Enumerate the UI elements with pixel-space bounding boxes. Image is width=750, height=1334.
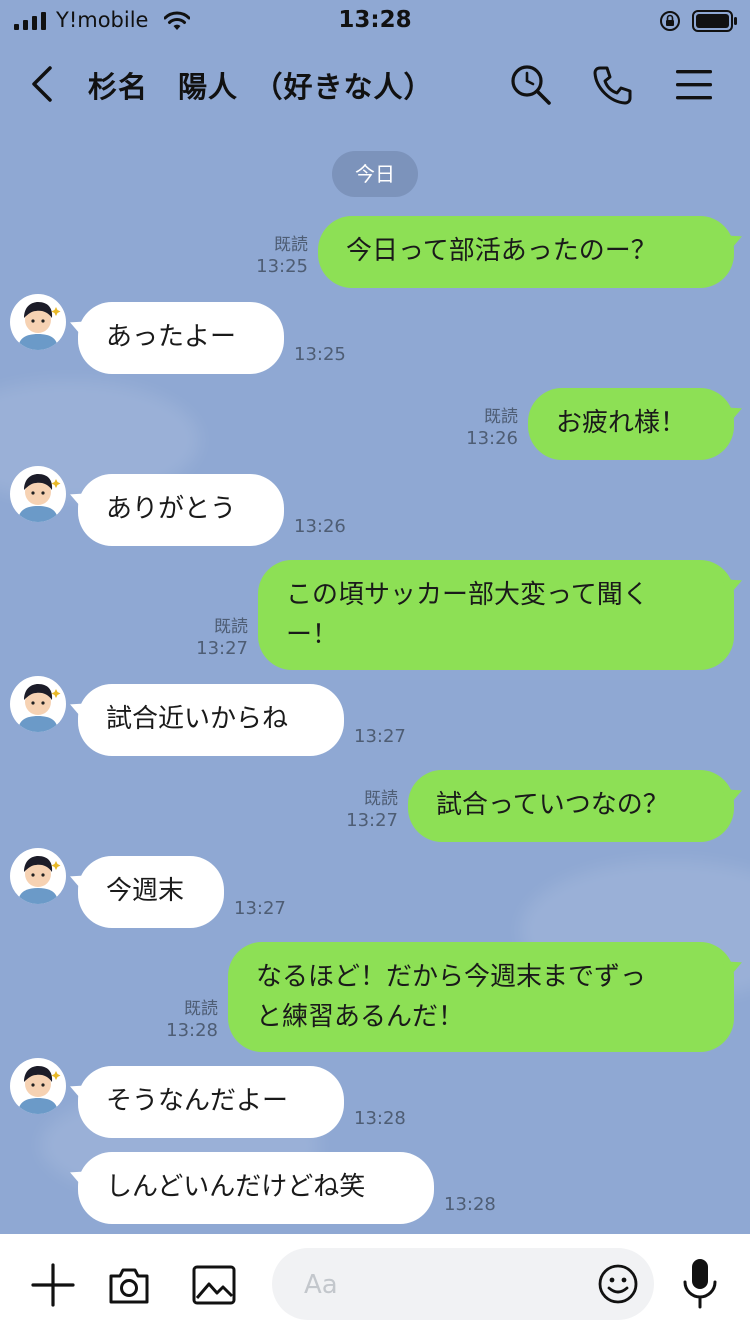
- incoming-message[interactable]: 今週末: [78, 856, 224, 928]
- message-time: 13:26: [466, 428, 518, 449]
- chat-header: 杉名 陽人 （好きな人）: [0, 42, 750, 130]
- outgoing-message[interactable]: なるほど！だから今週末までずっ と練習あるんだ！: [228, 942, 734, 1052]
- outgoing-message[interactable]: 今日って部活あったのー？: [318, 216, 734, 288]
- incoming-message[interactable]: 試合近いからね: [78, 684, 344, 756]
- read-label: 既読: [484, 407, 518, 427]
- microphone-icon[interactable]: [680, 1256, 720, 1312]
- read-label: 既読: [274, 235, 308, 255]
- read-receipt: 既読 13:25: [220, 234, 308, 278]
- incoming-message[interactable]: ありがとう: [78, 474, 284, 546]
- message-line: ー！: [286, 620, 339, 650]
- message-time: 13:27: [354, 726, 406, 747]
- message-input[interactable]: [302, 1262, 596, 1308]
- plus-icon[interactable]: [30, 1262, 76, 1308]
- read-label: 既読: [364, 789, 398, 809]
- camera-icon[interactable]: [106, 1262, 152, 1308]
- avatar-boy-icon: [18, 302, 61, 350]
- message-time: 13:25: [256, 256, 308, 277]
- message-time: 13:27: [196, 638, 248, 659]
- message-time: 13:28: [354, 1108, 406, 1129]
- status-bar: Y!mobile 13:28: [0, 0, 750, 42]
- image-icon[interactable]: [190, 1262, 238, 1308]
- read-receipt: 既読 13:26: [430, 406, 518, 450]
- message-time: 13:26: [294, 516, 346, 537]
- menu-icon[interactable]: [672, 64, 716, 106]
- message-time: 13:27: [234, 898, 286, 919]
- read-label: 既読: [184, 999, 218, 1019]
- read-receipt: 既読 13:27: [160, 616, 248, 660]
- message-time: 13:25: [294, 344, 346, 365]
- message-line: しんどいんだけどね笑: [106, 1172, 366, 1202]
- message-time: 13:28: [166, 1020, 218, 1041]
- message-line: なるほど！だから今週末までずっ: [256, 962, 647, 992]
- avatar-boy-icon: [18, 684, 61, 732]
- avatar[interactable]: [10, 848, 66, 904]
- avatar-boy-icon: [18, 474, 61, 522]
- avatar[interactable]: [10, 466, 66, 522]
- outgoing-message[interactable]: この頃サッカー部大変って聞く ー！: [258, 560, 734, 670]
- outgoing-message[interactable]: お疲れ様！: [528, 388, 734, 460]
- message-line: 試合っていつなの？: [436, 790, 669, 820]
- message-line: あったよー: [106, 322, 237, 352]
- battery-icon: [692, 10, 737, 32]
- message-line: 今日って部活あったのー？: [346, 236, 657, 266]
- avatar[interactable]: [10, 676, 66, 732]
- avatar[interactable]: [10, 294, 66, 350]
- message-line: そうなんだよー: [106, 1086, 289, 1116]
- message-line: この頃サッカー部大変って聞く: [286, 580, 649, 610]
- avatar[interactable]: [10, 1058, 66, 1114]
- message-line: と練習あるんだ！: [256, 1002, 465, 1032]
- incoming-message[interactable]: しんどいんだけどね笑: [78, 1152, 434, 1224]
- message-line: 今週末: [106, 876, 185, 906]
- message-line: 試合近いからね: [106, 704, 289, 734]
- read-label: 既読: [214, 617, 248, 637]
- incoming-message[interactable]: そうなんだよー: [78, 1066, 344, 1138]
- message-time: 13:28: [444, 1194, 496, 1215]
- date-separator: 今日: [332, 151, 418, 197]
- message-line: ありがとう: [106, 494, 237, 524]
- avatar-boy-icon: [18, 856, 61, 904]
- clock: 13:28: [338, 7, 412, 33]
- message-line: お疲れ様！: [556, 408, 687, 438]
- message-input-bar: [0, 1234, 750, 1334]
- read-receipt: 既読 13:28: [130, 998, 218, 1042]
- incoming-message[interactable]: あったよー: [78, 302, 284, 374]
- emoji-icon[interactable]: [596, 1262, 640, 1306]
- search-icon[interactable]: [508, 62, 554, 108]
- chevron-left-icon[interactable]: [22, 62, 66, 106]
- message-time: 13:27: [346, 810, 398, 831]
- message-field[interactable]: [272, 1248, 654, 1320]
- phone-icon[interactable]: [590, 62, 636, 108]
- chat-title: 杉名 陽人 （好きな人）: [88, 70, 434, 104]
- rotation-lock-icon: [660, 11, 680, 31]
- avatar-boy-icon: [18, 1066, 61, 1114]
- read-receipt: 既読 13:27: [310, 788, 398, 832]
- outgoing-message[interactable]: 試合っていつなの？: [408, 770, 734, 842]
